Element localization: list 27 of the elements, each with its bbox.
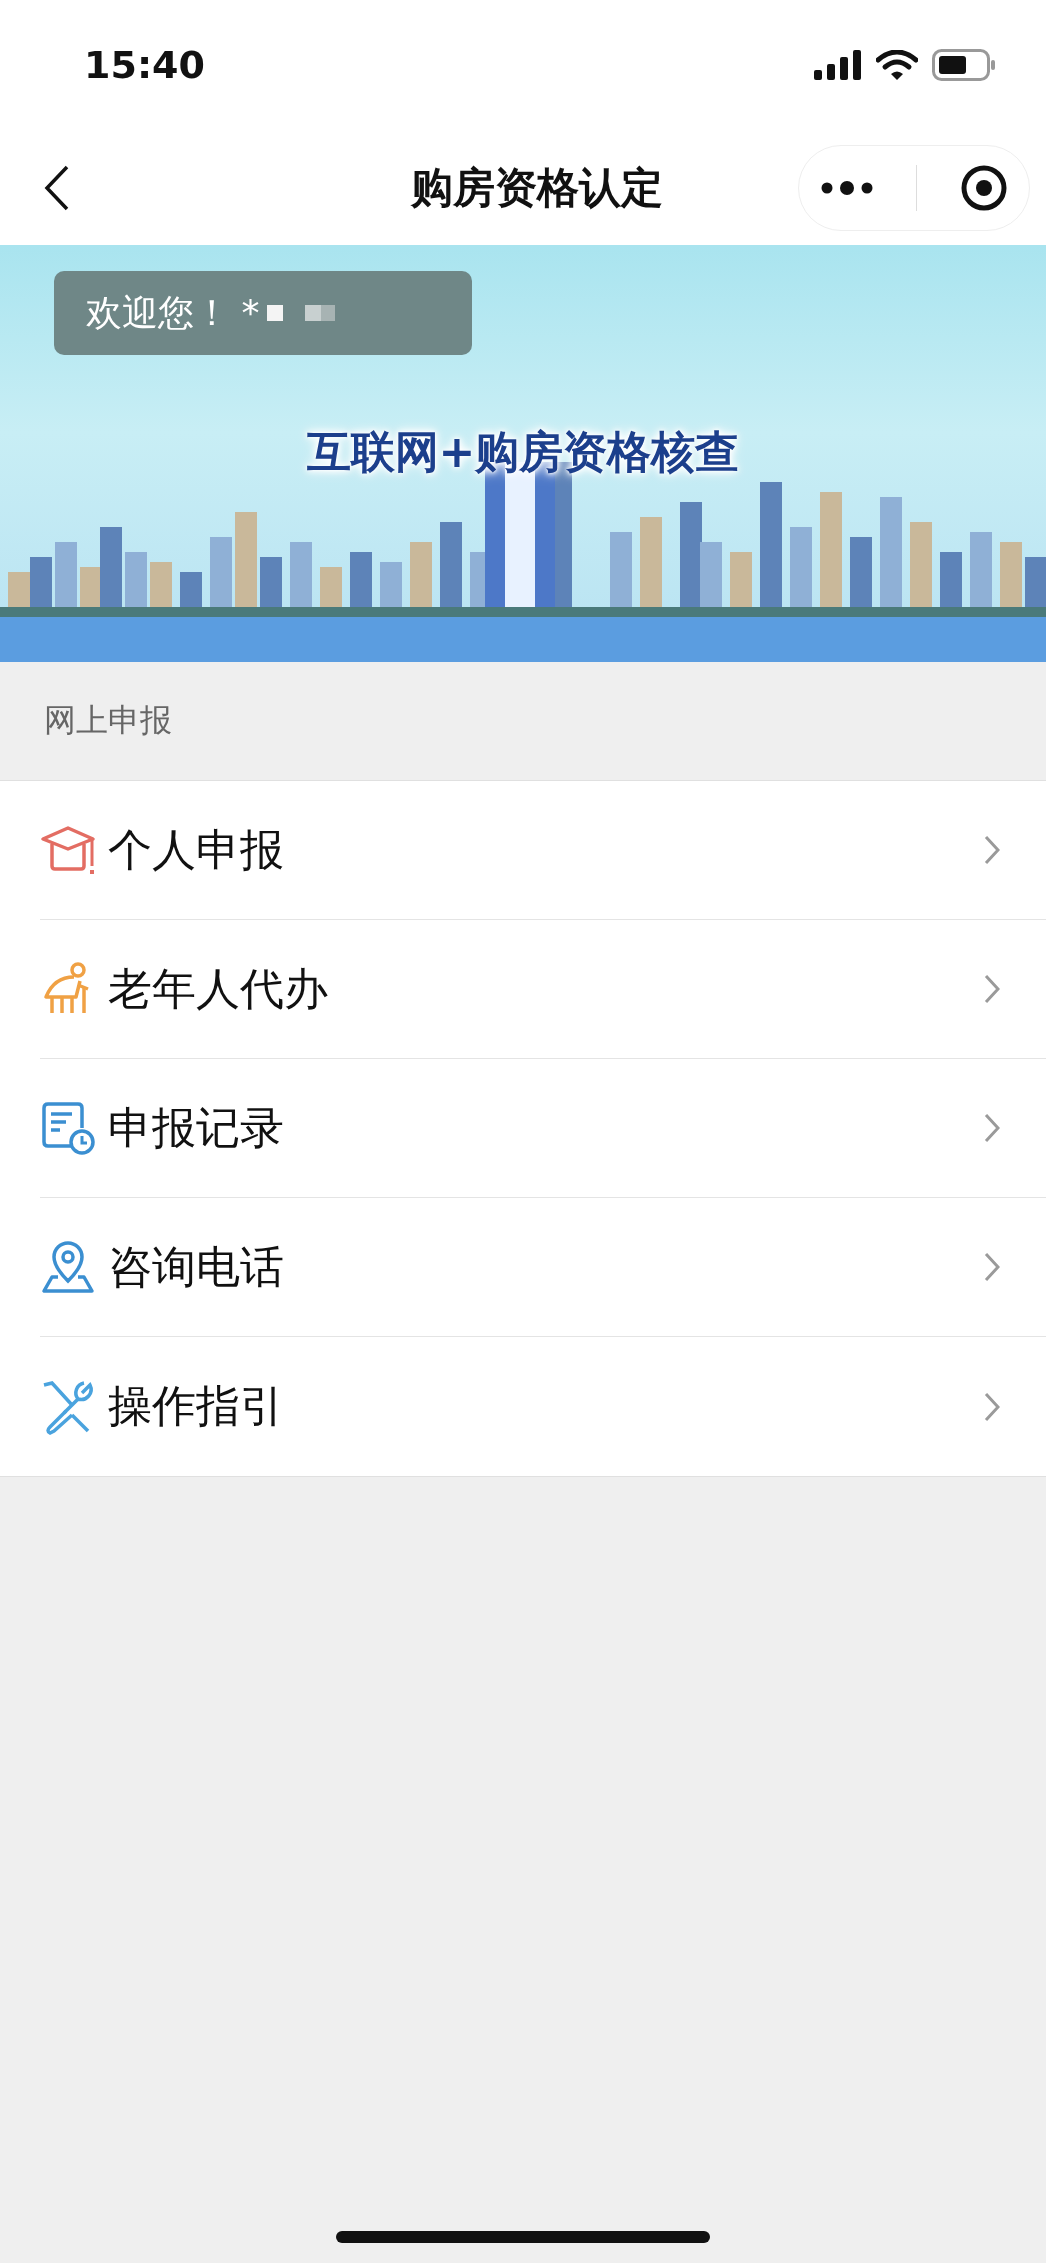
menu-item-label: 老年人代办 [108,961,329,1016]
menu-item[interactable]: 操作指引 [40,1337,1046,1476]
back-icon[interactable] [44,164,70,211]
document-clock-icon [40,1100,96,1156]
chevron-right-icon [984,974,1000,1004]
chevron-right-icon [984,835,1000,865]
section-title: 网上申报 [44,700,172,741]
redacted-name-mark [267,303,338,323]
signal-icon [814,50,862,80]
page-title: 购房资格认定 [411,161,663,214]
menu-item[interactable]: 个人申报 [40,781,1046,920]
chevron-right-icon [984,1113,1000,1143]
location-pin-icon [40,1239,96,1295]
welcome-text: 欢迎您！ * [86,290,260,335]
status-time: 15:40 [84,43,205,87]
wifi-icon [876,50,918,80]
menu-item-label: 个人申报 [108,822,285,877]
more-icon[interactable] [820,180,875,195]
chevron-right-icon [984,1252,1000,1282]
menu-item-label: 申报记录 [108,1100,285,1155]
menu-item-label: 咨询电话 [108,1239,285,1294]
chevron-right-icon [984,1391,1000,1422]
battery-icon [932,49,996,81]
menu-item[interactable]: 咨询电话 [40,1198,1046,1337]
menu-item[interactable]: 申报记录 [40,1059,1046,1198]
menu-item-label: 操作指引 [108,1379,285,1433]
menu-item[interactable]: 老年人代办 [40,920,1046,1059]
